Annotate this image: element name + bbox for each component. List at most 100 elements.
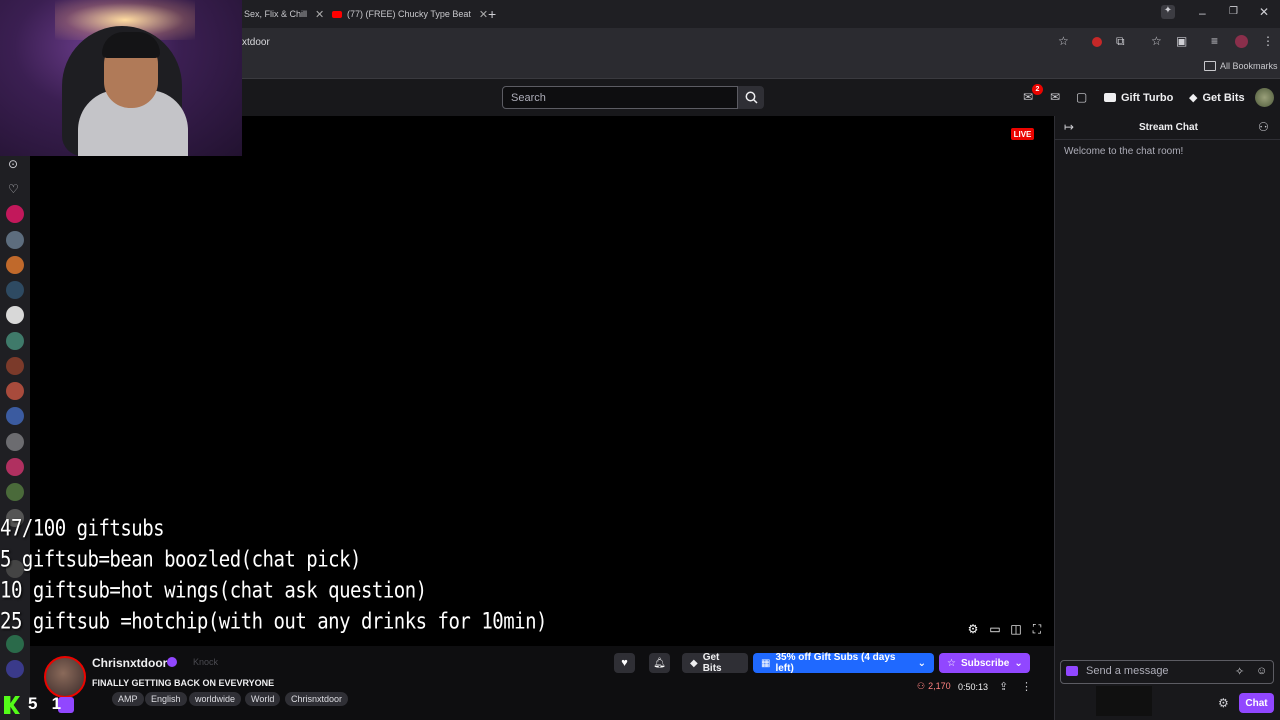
chat-embed-thumbnail <box>1096 686 1152 716</box>
tab-title: (77) (FREE) Chucky Type Beat <box>347 9 471 19</box>
community-users-icon[interactable]: ⚇ <box>1258 120 1269 134</box>
gift-subs-button[interactable]: ▦ 35% off Gift Subs (4 days left) ⌄ <box>753 652 934 674</box>
search-input[interactable]: Search <box>502 86 738 109</box>
stream-overlay-text: 25 giftsub =hotchip(with out any drinks … <box>0 609 547 635</box>
channel-name[interactable]: Chrisnxtdoor <box>92 656 167 670</box>
more-options-icon[interactable]: ⋮ <box>1021 680 1032 693</box>
minimize-icon[interactable]: – <box>1199 6 1206 20</box>
subscribe-button[interactable]: ☆ Subscribe ⌄ <box>939 653 1030 673</box>
notification-badge: 2 <box>1032 84 1043 95</box>
get-bits-label: Get Bits <box>702 652 722 674</box>
gift-subs-label: 35% off Gift Subs (4 days left) <box>775 652 896 674</box>
search-icon <box>745 91 758 104</box>
live-badge: LIVE <box>1011 128 1034 140</box>
profile-avatar[interactable] <box>1235 35 1248 48</box>
get-bits-label: Get Bits <box>1202 91 1245 104</box>
star-icon[interactable]: ☆ <box>1058 34 1069 48</box>
search-button[interactable] <box>738 86 764 109</box>
all-bookmarks[interactable]: All Bookmarks <box>1204 61 1278 71</box>
followed-channel-avatar[interactable] <box>6 357 24 375</box>
stream-uptime: 0:50:13 <box>958 682 989 692</box>
gift-icon: ▦ <box>761 657 771 669</box>
chat-welcome-message: Welcome to the chat room! <box>1064 146 1184 157</box>
share-icon[interactable]: ⇪ <box>999 680 1008 693</box>
send-message-placeholder: Send a message <box>1086 665 1169 677</box>
tag-chip[interactable]: AMP <box>112 692 144 706</box>
tag-chip[interactable]: worldwide <box>189 692 242 706</box>
followed-channel-avatar[interactable] <box>6 483 24 501</box>
notification-bell-icon[interactable]: 🔔︎ <box>649 653 670 673</box>
close-icon[interactable]: ✕ <box>315 8 324 21</box>
close-window-icon[interactable]: ✕ <box>1259 5 1269 19</box>
followed-channel-avatar[interactable] <box>6 433 24 451</box>
get-bits-button[interactable]: ◆ Get Bits <box>1189 88 1245 107</box>
media-icon[interactable]: ≡ <box>1211 34 1218 48</box>
browser-tab[interactable]: (77) (FREE) Chucky Type Beat ✕ <box>332 4 488 24</box>
channel-faded-label: Knock <box>193 657 219 667</box>
bits-icon: ◆ <box>690 657 698 669</box>
viewers-person-icon: ⚇ <box>917 681 926 691</box>
stream-overlay-text: 5 giftsub=bean boozled(chat pick) <box>0 547 362 573</box>
tag-chip[interactable]: World <box>245 692 281 706</box>
stream-overlay-text: 47/100 giftsubs <box>0 516 165 542</box>
chat-bubble-icon[interactable]: ▢ <box>1076 90 1087 104</box>
tab-title: Sex, Flix & Chill <box>244 9 308 19</box>
chevron-down-icon: ⌄ <box>1014 657 1023 669</box>
followed-channel-avatar[interactable] <box>6 231 24 249</box>
chat-settings-gear-icon[interactable]: ⚙ <box>1218 696 1229 710</box>
cast-icon[interactable]: ▭ <box>988 622 1002 636</box>
subscribe-label: Subscribe <box>960 657 1010 669</box>
menu-kebab-icon[interactable]: ⋮ <box>1262 34 1274 48</box>
bits-cheer-icon[interactable]: ✧ <box>1235 665 1244 678</box>
followed-channel-avatar[interactable] <box>6 635 24 653</box>
close-icon[interactable]: ✕ <box>479 8 488 21</box>
turbo-icon <box>1104 93 1116 102</box>
reading-list-icon[interactable]: ▣ <box>1176 34 1187 48</box>
gift-turbo-button[interactable]: Gift Turbo <box>1104 88 1173 107</box>
channel-points-icon[interactable] <box>1066 666 1078 676</box>
chat-send-button[interactable]: Chat <box>1239 693 1274 713</box>
viewer-count-value: 2,170 <box>928 681 951 691</box>
followed-channel-avatar[interactable] <box>6 660 24 678</box>
collapse-sidebar-icon[interactable]: ⊙ <box>8 157 18 171</box>
chevron-down-icon: ⌄ <box>917 657 926 669</box>
sparkle-icon[interactable]: ✦ <box>1161 5 1175 19</box>
emote-picker-icon[interactable]: ☺ <box>1256 665 1267 677</box>
channel-avatar[interactable] <box>44 656 86 698</box>
get-bits-button[interactable]: ◆ Get Bits <box>682 652 748 674</box>
settings-gear-icon[interactable]: ⚙ <box>966 622 980 636</box>
bookmark-star-icon[interactable]: ☆ <box>1151 34 1162 48</box>
verified-icon <box>167 657 177 667</box>
followed-channel-avatar[interactable] <box>6 458 24 476</box>
youtube-icon <box>332 10 342 18</box>
heart-outline-icon[interactable]: ♡ <box>8 182 19 196</box>
tag-chip[interactable]: Chrisnxtdoor <box>285 692 349 706</box>
address-field[interactable]: xtdoor <box>242 37 270 48</box>
all-bookmarks-label: All Bookmarks <box>1220 61 1278 71</box>
stream-title: FINALLY GETTING BACK ON EVEVRYONE <box>92 678 275 688</box>
fullscreen-icon[interactable]: ⛶ <box>1030 622 1044 636</box>
browser-tab[interactable]: Sex, Flix & Chill ✕ <box>244 4 324 24</box>
tag-chip[interactable]: English <box>145 692 187 706</box>
followed-channel-avatar[interactable] <box>6 256 24 274</box>
whispers-icon[interactable]: ✉ <box>1050 90 1060 104</box>
user-avatar[interactable] <box>1255 88 1274 107</box>
extension-icon[interactable] <box>1092 37 1102 47</box>
followed-channel-avatar[interactable] <box>6 407 24 425</box>
puzzle-icon[interactable]: ⧉ <box>1116 34 1125 49</box>
collapse-chat-icon[interactable]: ↦ <box>1064 120 1074 134</box>
new-tab-icon[interactable]: + <box>488 6 496 22</box>
follow-heart-icon[interactable]: ♥ <box>614 653 635 673</box>
theatre-mode-icon[interactable]: ◫ <box>1009 622 1023 636</box>
restore-icon[interactable]: ❐ <box>1229 6 1238 17</box>
followed-channel-avatar[interactable] <box>6 382 24 400</box>
inbox-icon[interactable]: ✉ <box>1023 90 1033 104</box>
streamer-beanie <box>102 32 160 58</box>
followed-channel-avatar[interactable] <box>6 205 24 223</box>
followed-channel-avatar[interactable] <box>6 281 24 299</box>
platform-count-overlay: 5 1 <box>28 694 62 713</box>
webcam-overlay <box>0 0 242 156</box>
followed-channel-avatar[interactable] <box>6 306 24 324</box>
followed-channel-avatar[interactable] <box>6 332 24 350</box>
chat-panel <box>1054 116 1280 720</box>
